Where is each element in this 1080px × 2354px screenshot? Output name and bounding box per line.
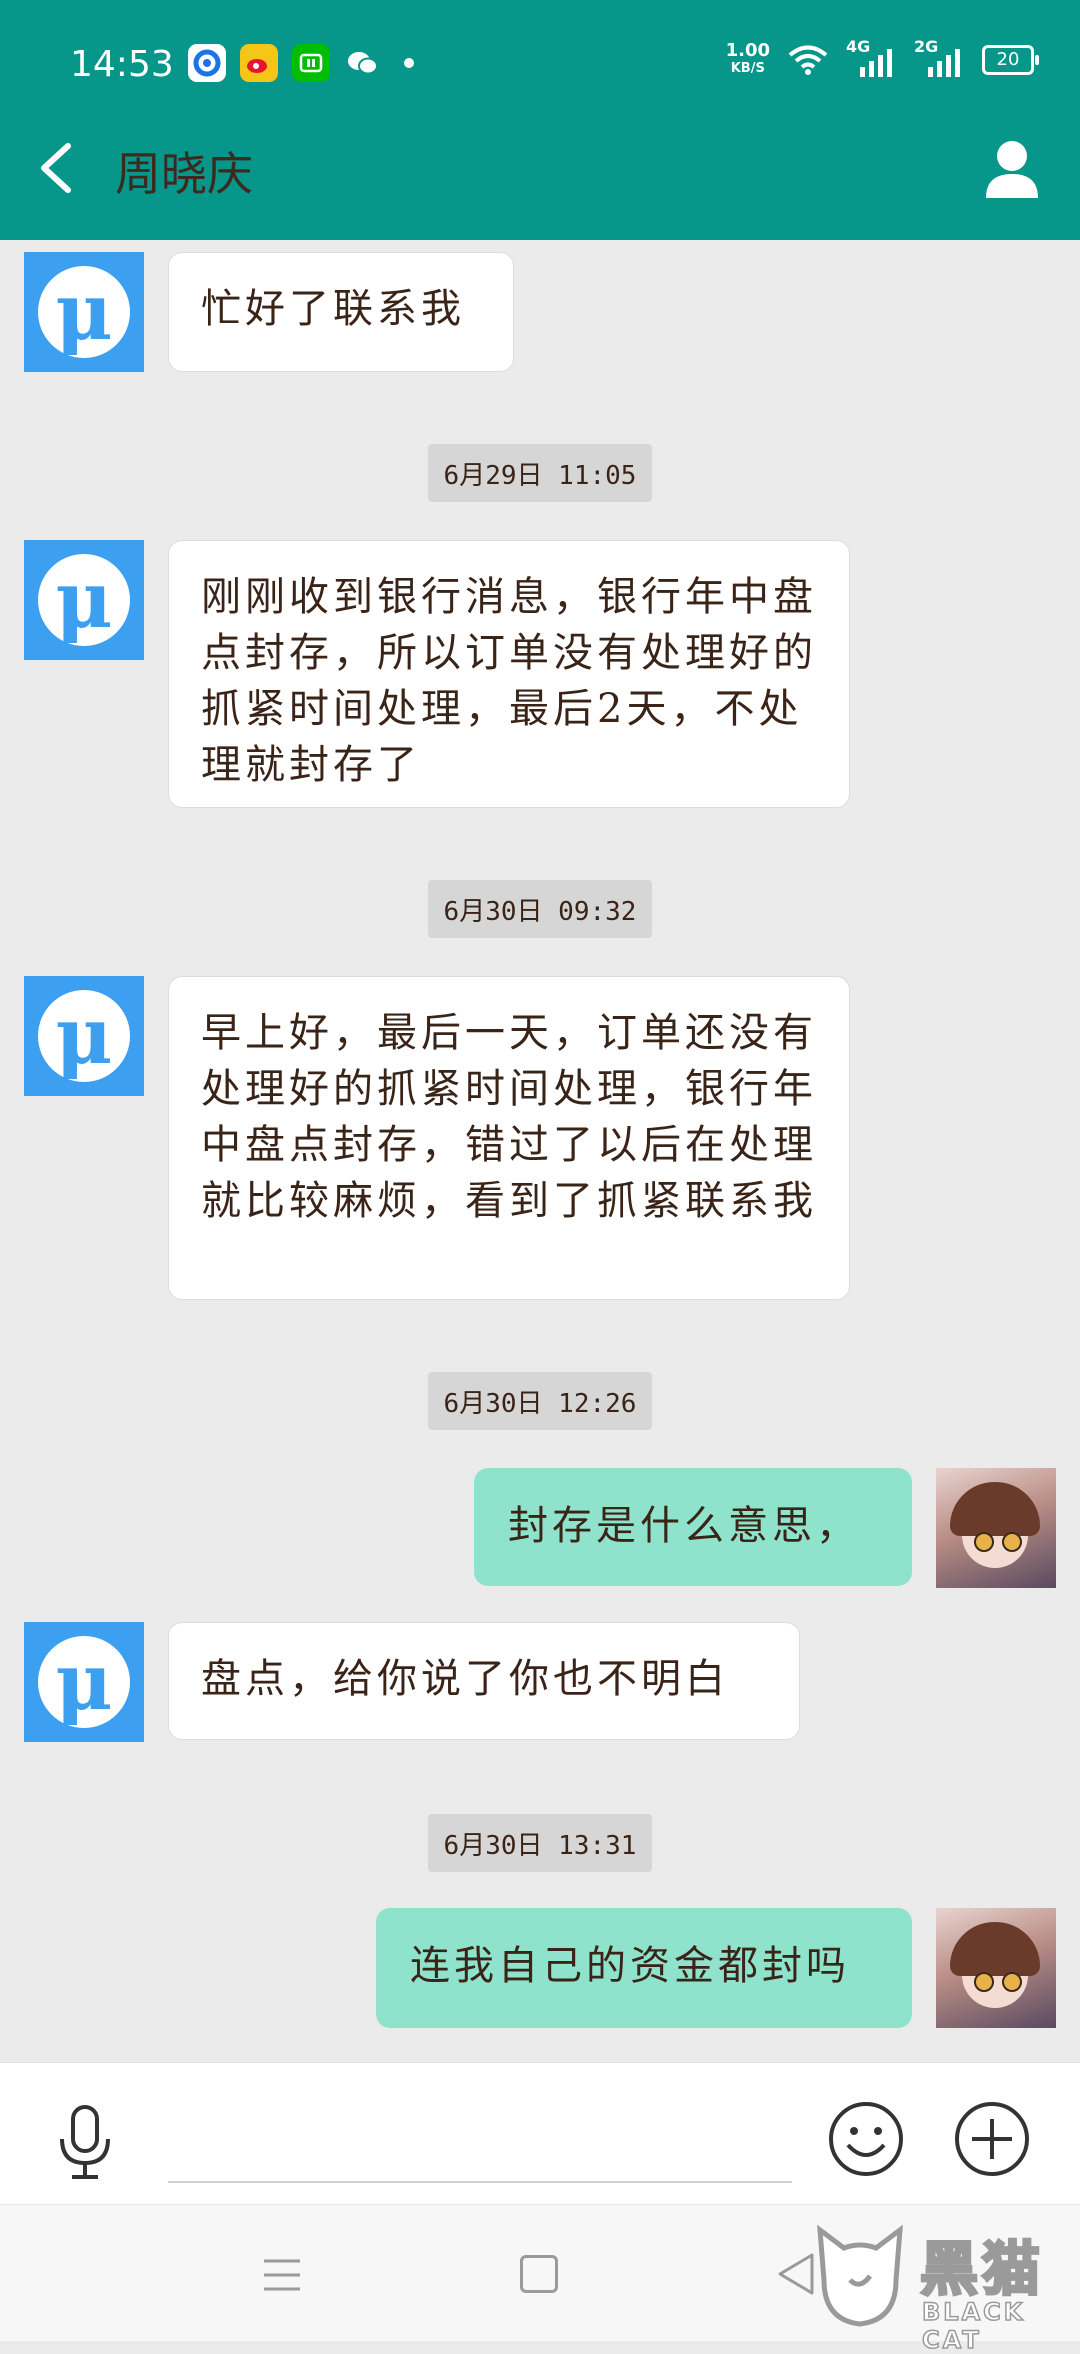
- message-text: 早上好，最后一天，订单还没有处理好的抓紧时间处理，银行年中盘点封存，错过了以后在…: [201, 1010, 817, 1224]
- plus-icon: [955, 2102, 1029, 2176]
- cat-head-logo-icon: [817, 2224, 903, 2327]
- message-timestamp: 6月30日 12:26: [428, 1372, 652, 1430]
- browser-app-icon: [188, 44, 226, 82]
- avatar-eye: [1002, 1972, 1022, 1992]
- avatar-eye: [1002, 1532, 1022, 1552]
- speed-unit: KB/S: [730, 61, 765, 76]
- voice-input-button[interactable]: [50, 2103, 120, 2183]
- received-message-bubble[interactable]: 盘点，给你说了你也不明白: [168, 1622, 800, 1740]
- avatar-eye: [974, 1532, 994, 1552]
- watermark-title: 黑猫: [918, 2234, 1045, 2305]
- message-text: 忙好了联系我: [201, 286, 465, 332]
- status-time: 14:53: [70, 44, 174, 85]
- signal-2g: 2G: [914, 37, 964, 77]
- battery-icon: 20: [982, 45, 1039, 75]
- signal-4g: 4G: [846, 37, 896, 77]
- avatar-hair: [950, 1922, 1040, 1976]
- my-avatar[interactable]: [936, 1908, 1056, 2028]
- person-icon: [986, 141, 1038, 198]
- received-message-bubble[interactable]: 刚刚收到银行消息，银行年中盘点封存，所以订单没有处理好的抓紧时间处理，最后2天，…: [168, 540, 850, 808]
- sent-message-bubble[interactable]: 封存是什么意思，: [474, 1468, 912, 1586]
- mu-logo-icon: μ: [38, 266, 130, 358]
- my-avatar[interactable]: [936, 1468, 1056, 1588]
- notification-icons: [188, 44, 414, 82]
- network-speed: 1.00 KB/S: [726, 42, 770, 78]
- wechat-app-icon: [344, 44, 382, 82]
- back-button[interactable]: [32, 138, 82, 198]
- more-options-button[interactable]: [952, 2099, 1032, 2179]
- contact-avatar[interactable]: μ: [24, 252, 144, 372]
- status-indicators: 1.00 KB/S 4G 2G 20: [726, 37, 1039, 78]
- message-text: 连我自己的资金都封吗: [410, 1943, 850, 1989]
- contact-avatar[interactable]: μ: [24, 540, 144, 660]
- emoji-button[interactable]: [826, 2099, 906, 2179]
- message-text: 盘点，给你说了你也不明白: [201, 1656, 729, 1702]
- weibo-app-icon: [240, 44, 278, 82]
- wifi-icon: [788, 45, 828, 75]
- recent-apps-button[interactable]: [262, 2257, 302, 2293]
- message-timestamp: 6月30日 13:31: [428, 1814, 652, 1872]
- sent-message-bubble[interactable]: 连我自己的资金都封吗: [376, 1908, 912, 2028]
- smiley-icon: [829, 2102, 903, 2176]
- mu-logo-icon: μ: [38, 990, 130, 1082]
- microphone-icon: [60, 2105, 110, 2179]
- menu-icon: [264, 2259, 300, 2291]
- watermark-subtitle: BLACK CAT: [921, 2297, 1026, 2354]
- mu-logo-icon: μ: [38, 554, 130, 646]
- more-notifications-dot: [404, 58, 414, 68]
- signal-bars-icon: [860, 49, 892, 77]
- contact-profile-button[interactable]: [982, 138, 1042, 200]
- chat-title: 周晓庆: [115, 147, 253, 201]
- signal-bars-icon: [928, 49, 960, 77]
- received-message-bubble[interactable]: 忙好了联系我: [168, 252, 514, 372]
- black-cat-watermark: 黑猫 BLACK CAT: [800, 2216, 1072, 2354]
- message-text: 刚刚收到银行消息，银行年中盘点封存，所以订单没有处理好的抓紧时间处理，最后2天，…: [201, 574, 817, 788]
- iqiyi-app-icon: [292, 44, 330, 82]
- contact-avatar[interactable]: μ: [24, 976, 144, 1096]
- received-message-bubble[interactable]: 早上好，最后一天，订单还没有处理好的抓紧时间处理，银行年中盘点封存，错过了以后在…: [168, 976, 850, 1300]
- message-input[interactable]: [168, 2103, 792, 2183]
- speed-value: 1.00: [725, 40, 770, 61]
- chevron-left-icon: [41, 143, 71, 193]
- message-input-bar: [0, 2062, 1080, 2205]
- message-timestamp: 6月30日 09:32: [428, 880, 652, 938]
- avatar-hair: [950, 1482, 1040, 1536]
- contact-avatar[interactable]: μ: [24, 1622, 144, 1742]
- home-button[interactable]: [520, 2255, 558, 2293]
- mu-logo-icon: μ: [38, 1636, 130, 1728]
- message-timestamp: 6月29日 11:05: [428, 444, 652, 502]
- title-bar: 14:53 1.00 KB/S 4G 2G 20 周晓庆: [0, 0, 1080, 240]
- avatar-eye: [974, 1972, 994, 1992]
- message-text: 封存是什么意思，: [508, 1503, 860, 1549]
